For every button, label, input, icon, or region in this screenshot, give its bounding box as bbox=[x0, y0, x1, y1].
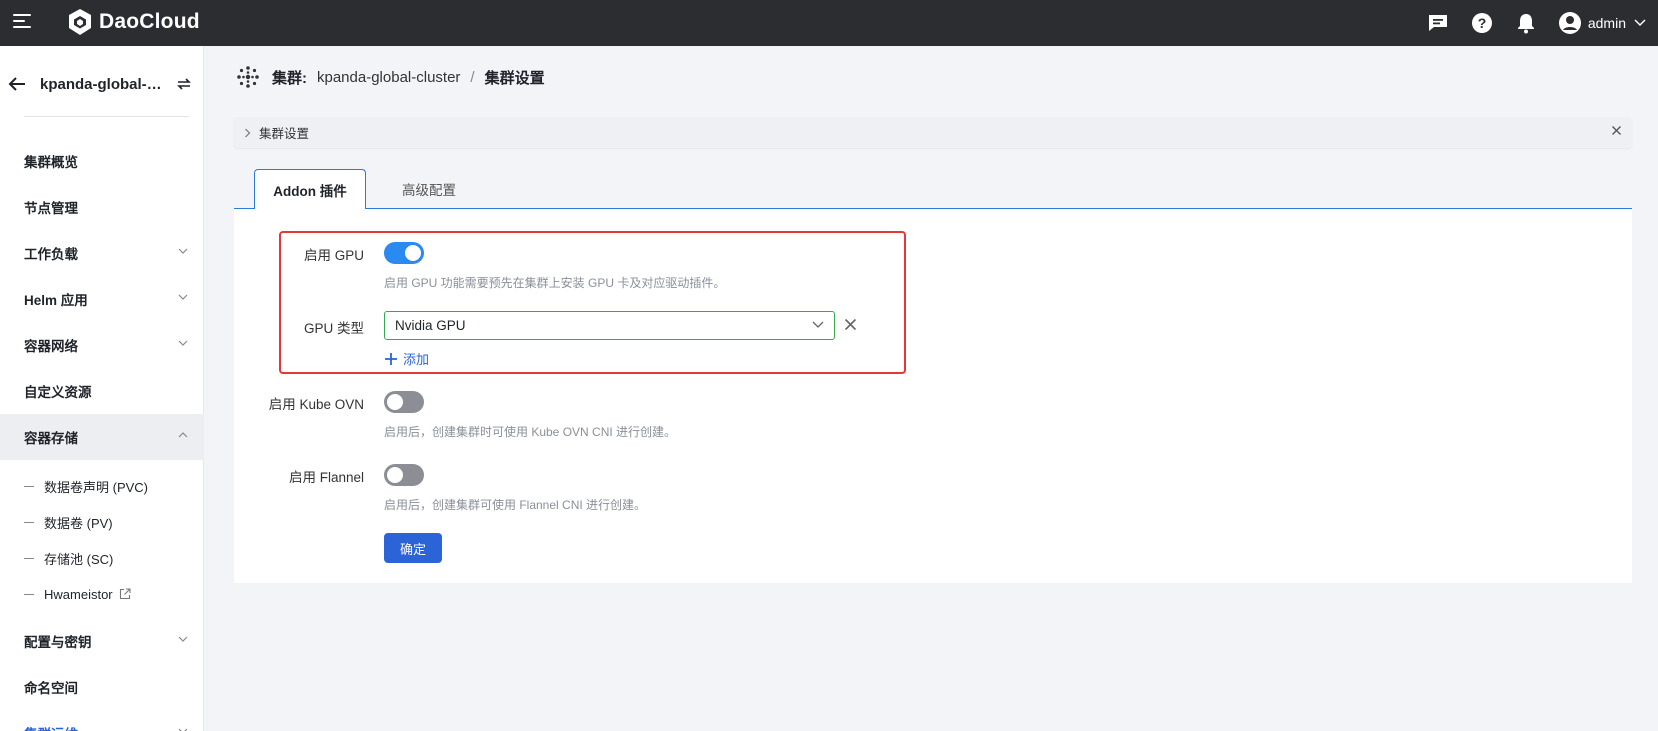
gpu-type-value: Nvidia GPU bbox=[395, 318, 466, 333]
avatar-icon bbox=[1558, 12, 1581, 34]
settings-collapse-bar[interactable]: 集群设置 bbox=[234, 117, 1632, 148]
chevron-down-icon bbox=[1634, 19, 1646, 27]
dash-icon bbox=[24, 521, 34, 523]
sidebar-item-label: 节点管理 bbox=[24, 201, 78, 216]
kube-ovn-toggle[interactable] bbox=[384, 391, 424, 413]
breadcrumb-current: 集群设置 bbox=[484, 69, 545, 87]
tab-bar: Addon 插件 高级配置 bbox=[234, 169, 1632, 210]
sidebar-item-container-storage[interactable]: 容器存储 bbox=[0, 414, 204, 460]
plus-icon bbox=[385, 352, 397, 365]
sidebar-subitem-label: 数据卷 (PV) bbox=[44, 515, 113, 531]
sidebar-item-workloads[interactable]: 工作负载 bbox=[0, 230, 204, 276]
back-arrow-icon[interactable] bbox=[8, 76, 26, 92]
sidebar-item-label: 工作负载 bbox=[24, 247, 78, 262]
sidebar-item-label: 自定义资源 bbox=[24, 385, 92, 400]
sidebar-item-label: 集群运维 bbox=[24, 723, 78, 731]
sidebar-item-label: Helm 应用 bbox=[24, 293, 88, 308]
breadcrumb-label: 集群: bbox=[272, 69, 307, 87]
brand-name: DaoCloud bbox=[99, 10, 200, 33]
sidebar-item-label: 容器网络 bbox=[24, 339, 78, 354]
chevron-down-icon bbox=[812, 321, 824, 328]
sidebar-subitem-pv[interactable]: 数据卷 (PV) bbox=[0, 504, 204, 540]
bell-icon[interactable] bbox=[1514, 11, 1538, 35]
sidebar-subitem-label: 数据卷声明 (PVC) bbox=[44, 479, 149, 495]
sidebar-subitem-hwameistor[interactable]: Hwameistor bbox=[0, 576, 204, 612]
sidebar-subitem-pvc[interactable]: 数据卷声明 (PVC) bbox=[0, 468, 204, 504]
menu-icon[interactable] bbox=[13, 14, 33, 30]
message-icon[interactable] bbox=[1426, 11, 1450, 35]
collapse-bar-title: 集群设置 bbox=[259, 127, 310, 141]
user-menu[interactable]: admin bbox=[1558, 11, 1646, 35]
breadcrumb-cluster-link[interactable]: kpanda-global-cluster bbox=[317, 69, 460, 86]
chevron-up-icon bbox=[178, 432, 188, 438]
sidebar-subitem-label: 存储池 (SC) bbox=[44, 551, 114, 567]
toggle-knob bbox=[387, 467, 403, 483]
sidebar-item-namespaces[interactable]: 命名空间 bbox=[0, 664, 204, 710]
sidebar-item-label: 配置与密钥 bbox=[24, 635, 92, 650]
cluster-icon bbox=[237, 66, 259, 88]
gpu-label: 启用 GPU bbox=[303, 248, 364, 263]
top-bar: DaoCloud ? admin bbox=[0, 0, 1658, 46]
chevron-right-icon[interactable] bbox=[244, 128, 251, 138]
sidebar-item-custom-resources[interactable]: 自定义资源 bbox=[0, 368, 204, 414]
kube-ovn-label: 启用 Kube OVN bbox=[268, 397, 364, 412]
sidebar-nav: 集群概览 节点管理 工作负载 Helm 应用 容器网络 自定义资源 容器存储 数… bbox=[0, 138, 204, 731]
help-icon[interactable]: ? bbox=[1470, 11, 1494, 35]
gpu-type-label: GPU 类型 bbox=[303, 321, 364, 336]
switch-cluster-icon[interactable] bbox=[176, 77, 192, 91]
highlight-box bbox=[279, 231, 906, 374]
sidebar-item-label: 容器存储 bbox=[24, 431, 78, 446]
add-gpu-type-button[interactable]: 添加 bbox=[384, 349, 429, 368]
flannel-hint: 启用后，创建集群可使用 Flannel CNI 进行创建。 bbox=[384, 498, 647, 512]
breadcrumb-separator: / bbox=[470, 68, 475, 86]
sidebar-item-helm-apps[interactable]: Helm 应用 bbox=[0, 276, 204, 322]
confirm-button[interactable]: 确定 bbox=[384, 533, 442, 563]
cluster-header: kpanda-global-cl... bbox=[0, 66, 204, 106]
sidebar-item-container-network[interactable]: 容器网络 bbox=[0, 322, 204, 368]
dash-icon bbox=[24, 485, 34, 487]
sidebar-subitem-sc[interactable]: 存储池 (SC) bbox=[0, 540, 204, 576]
sidebar: kpanda-global-cl... 集群概览 节点管理 工作负载 Helm … bbox=[0, 46, 204, 731]
daocloud-logo-icon bbox=[69, 9, 91, 35]
cluster-name: kpanda-global-cl... bbox=[40, 76, 170, 93]
chevron-down-icon bbox=[178, 294, 188, 300]
dash-icon bbox=[24, 557, 34, 559]
close-icon[interactable] bbox=[1611, 125, 1622, 136]
sidebar-divider bbox=[24, 116, 189, 117]
sidebar-subitem-label: Hwameistor bbox=[44, 586, 113, 602]
remove-gpu-type-icon[interactable] bbox=[844, 318, 857, 331]
username: admin bbox=[1587, 15, 1626, 31]
sidebar-item-label: 命名空间 bbox=[24, 681, 78, 696]
flannel-label: 启用 Flannel bbox=[288, 470, 364, 485]
external-link-icon bbox=[119, 588, 131, 600]
breadcrumb: 集群: kpanda-global-cluster / 集群设置 bbox=[234, 62, 545, 92]
sidebar-item-label: 集群概览 bbox=[24, 155, 78, 170]
toggle-knob bbox=[405, 245, 421, 261]
dash-icon bbox=[24, 593, 34, 595]
sidebar-item-node-management[interactable]: 节点管理 bbox=[0, 184, 204, 230]
chevron-down-icon bbox=[178, 340, 188, 346]
gpu-type-select[interactable]: Nvidia GPU bbox=[384, 311, 835, 340]
sidebar-item-config-secrets[interactable]: 配置与密钥 bbox=[0, 618, 204, 664]
kube-ovn-hint: 启用后，创建集群时可使用 Kube OVN CNI 进行创建。 bbox=[384, 425, 677, 439]
sidebar-item-cluster-overview[interactable]: 集群概览 bbox=[0, 138, 204, 184]
svg-text:?: ? bbox=[1478, 15, 1487, 31]
gpu-hint: 启用 GPU 功能需要预先在集群上安装 GPU 卡及对应驱动插件。 bbox=[384, 276, 726, 290]
gpu-toggle[interactable] bbox=[384, 242, 424, 264]
flannel-toggle[interactable] bbox=[384, 464, 424, 486]
add-label: 添加 bbox=[403, 352, 430, 367]
tab-addon-plugins[interactable]: Addon 插件 bbox=[254, 169, 366, 210]
chevron-down-icon bbox=[178, 636, 188, 642]
chevron-down-icon bbox=[178, 248, 188, 254]
logo[interactable]: DaoCloud bbox=[67, 8, 200, 36]
tab-advanced-config[interactable]: 高级配置 bbox=[384, 169, 474, 209]
sidebar-item-cluster-ops[interactable]: 集群运维 bbox=[0, 710, 204, 731]
toggle-knob bbox=[387, 394, 403, 410]
